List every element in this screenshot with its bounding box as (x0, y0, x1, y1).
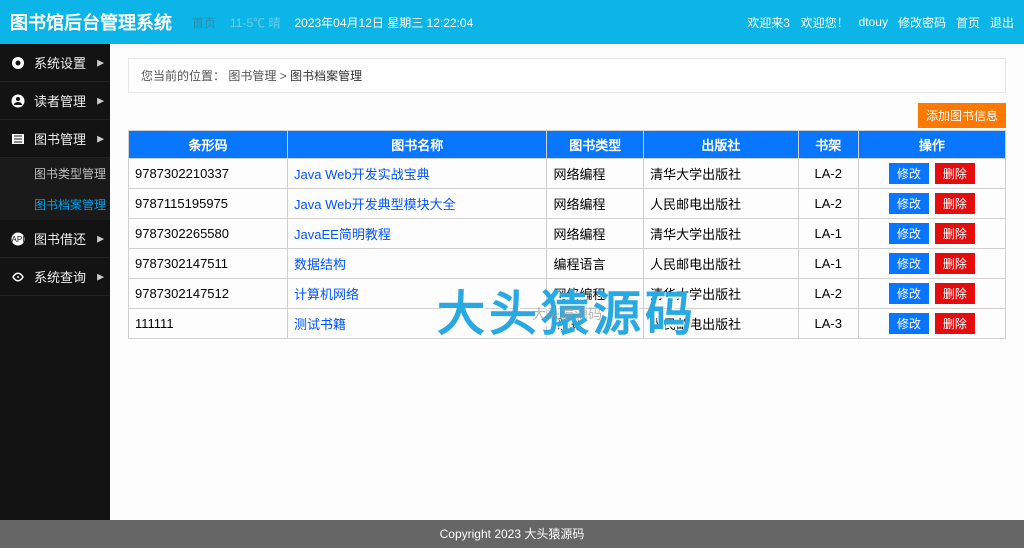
add-book-button[interactable]: 添加图书信息 (918, 103, 1006, 128)
main-panel: 您当前的位置： 图书管理 > 图书档案管理 添加图书信息 条形码图书名称图书类型… (110, 44, 1024, 520)
table-row: 9787115195975Java Web开发典型模块大全网络编程人民邮电出版社… (129, 189, 1006, 219)
cell-publisher: 清华大学出版社 (644, 219, 799, 249)
delete-button[interactable]: 删除 (935, 283, 975, 304)
cell-book-name[interactable]: JavaEE简明教程 (288, 219, 547, 249)
delete-button[interactable]: 删除 (935, 193, 975, 214)
cell-book-name[interactable]: Java Web开发实战宝典 (288, 159, 547, 189)
chevron-right-icon: ▶ (97, 95, 104, 106)
cell-actions: 修改删除 (858, 249, 1005, 279)
sidebar-item-system[interactable]: 系统设置 ▶ (0, 44, 110, 82)
edit-button[interactable]: 修改 (889, 163, 929, 184)
add-bar: 添加图书信息 (128, 103, 1006, 128)
breadcrumb-sep: > (280, 69, 287, 83)
sidebar-item-loan[interactable]: API 图书借还 ▶ (0, 220, 110, 258)
cell-shelf: LA-1 (798, 219, 858, 249)
sidebar: 系统设置 ▶ 读者管理 ▶ 图书管理 ▶ 图书类型管理 图书档案管理 API 图… (0, 44, 110, 520)
sidebar-item-query[interactable]: 系统查询 ▶ (0, 258, 110, 296)
sidebar-item-book[interactable]: 图书管理 ▶ (0, 120, 110, 158)
cell-actions: 修改删除 (858, 189, 1005, 219)
table-header: 出版社 (644, 131, 799, 159)
cell-barcode: 9787302147512 (129, 279, 288, 309)
home-link[interactable]: 首页 (956, 14, 980, 31)
sidebar-item-label: 图书借还 (34, 229, 86, 248)
cell-book-type: 网络编程 (547, 189, 644, 219)
cell-barcode: 9787302265580 (129, 219, 288, 249)
greet-text: 欢迎您！ (801, 14, 849, 31)
cell-shelf: LA-3 (798, 309, 858, 339)
table-row: 9787302210337Java Web开发实战宝典网络编程清华大学出版社LA… (129, 159, 1006, 189)
sidebar-item-label: 系统设置 (34, 53, 86, 72)
topbar: 图书馆后台管理系统 首页 11-5℃ 晴 2023年04月12日 星期三 12:… (0, 0, 1024, 44)
query-icon (10, 269, 26, 285)
cell-barcode: 9787115195975 (129, 189, 288, 219)
change-password-link[interactable]: 修改密码 (898, 14, 946, 31)
welcome-text: 欢迎来3 (747, 14, 790, 31)
cell-shelf: LA-2 (798, 159, 858, 189)
cell-publisher: 人民邮电出版社 (644, 189, 799, 219)
chevron-right-icon: ▶ (97, 233, 104, 244)
datetime-text: 2023年04月12日 星期三 12:22:04 (294, 14, 473, 31)
loan-icon: API (10, 231, 26, 247)
sidebar-item-label: 图书管理 (34, 129, 86, 148)
cell-barcode: 9787302147511 (129, 249, 288, 279)
footer: Copyright 2023 大头猿源码 (0, 520, 1024, 548)
cell-actions: 修改删除 (858, 279, 1005, 309)
chevron-right-icon: ▶ (97, 57, 104, 68)
cell-shelf: LA-2 (798, 189, 858, 219)
topbar-mid: 首页 11-5℃ 晴 2023年04月12日 星期三 12:22:04 欢迎来3 (192, 14, 801, 31)
edit-button[interactable]: 修改 (889, 193, 929, 214)
breadcrumb: 您当前的位置： 图书管理 > 图书档案管理 (128, 58, 1006, 93)
edit-button[interactable]: 修改 (889, 313, 929, 334)
cell-shelf: LA-1 (798, 249, 858, 279)
user-link[interactable]: dtouy (859, 15, 888, 29)
cell-actions: 修改删除 (858, 219, 1005, 249)
edit-button[interactable]: 修改 (889, 283, 929, 304)
breadcrumb-label: 您当前的位置： (141, 69, 225, 83)
edit-button[interactable]: 修改 (889, 223, 929, 244)
chevron-right-icon: ▶ (97, 271, 104, 282)
brand-title: 图书馆后台管理系统 (10, 9, 172, 35)
watermark: 大头猿源码 大头猿源码 (437, 274, 697, 324)
breadcrumb-p1[interactable]: 图书管理 (228, 69, 276, 83)
cell-actions: 修改删除 (858, 309, 1005, 339)
breadcrumb-p2: 图书档案管理 (290, 69, 362, 83)
table-header: 图书名称 (288, 131, 547, 159)
weather-text: 11-5℃ 晴 (230, 14, 280, 31)
delete-button[interactable]: 删除 (935, 163, 975, 184)
delete-button[interactable]: 删除 (935, 313, 975, 334)
sidebar-item-reader[interactable]: 读者管理 ▶ (0, 82, 110, 120)
watermark-small: 大头猿源码 (532, 304, 602, 324)
table-header: 操作 (858, 131, 1005, 159)
cell-actions: 修改删除 (858, 159, 1005, 189)
cell-barcode: 9787302210337 (129, 159, 288, 189)
cell-book-name[interactable]: Java Web开发典型模块大全 (288, 189, 547, 219)
reader-icon (10, 93, 26, 109)
delete-button[interactable]: 删除 (935, 223, 975, 244)
logout-link[interactable]: 退出 (990, 14, 1014, 31)
cell-shelf: LA-2 (798, 279, 858, 309)
edit-button[interactable]: 修改 (889, 253, 929, 274)
cell-book-type: 网络编程 (547, 159, 644, 189)
book-icon (10, 131, 26, 147)
table-header: 图书类型 (547, 131, 644, 159)
delete-button[interactable]: 删除 (935, 253, 975, 274)
cell-barcode: 111111 (129, 309, 288, 339)
sidebar-item-label: 系统查询 (34, 267, 86, 286)
sidebar-sub-book-type[interactable]: 图书类型管理 (0, 158, 110, 189)
cell-book-type: 网络编程 (547, 219, 644, 249)
table-header: 书架 (798, 131, 858, 159)
sidebar-item-label: 读者管理 (34, 91, 86, 110)
svg-text:API: API (12, 235, 25, 244)
table-header: 条形码 (129, 131, 288, 159)
table-row: 9787302265580JavaEE简明教程网络编程清华大学出版社LA-1修改… (129, 219, 1006, 249)
sidebar-sub-book-archive[interactable]: 图书档案管理 (0, 189, 110, 220)
gear-icon (10, 55, 26, 71)
top-links: 欢迎您！ dtouy 修改密码 首页 退出 (801, 14, 1014, 31)
cell-publisher: 清华大学出版社 (644, 159, 799, 189)
chevron-down-icon: ▶ (97, 133, 104, 144)
nav-home[interactable]: 首页 (192, 14, 216, 31)
